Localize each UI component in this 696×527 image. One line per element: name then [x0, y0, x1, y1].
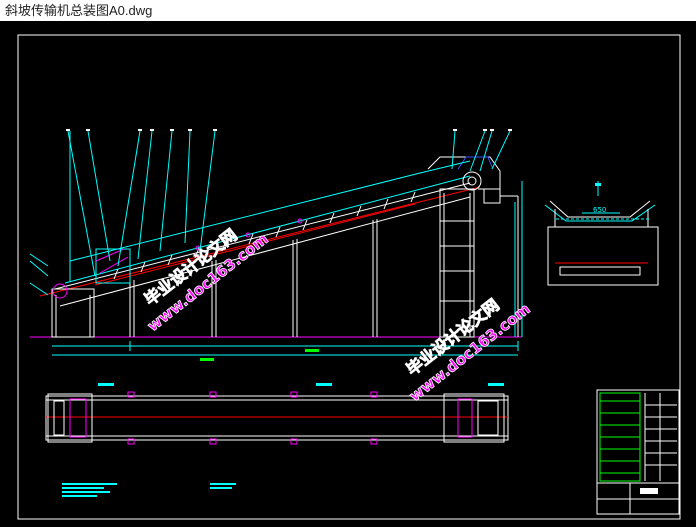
- window-titlebar: 斜坡传输机总装图A0.dwg: [0, 0, 696, 21]
- section-frame: [547, 226, 659, 286]
- section-view: [544, 181, 659, 286]
- head-pulley-hub: [467, 176, 477, 186]
- head-pulley: [462, 171, 482, 191]
- belt-lower-line: [59, 196, 471, 307]
- callout-leaders: [29, 130, 511, 296]
- belt-guard-line: [64, 175, 471, 284]
- section-width-label: 650: [593, 206, 606, 214]
- drive-unit: [483, 188, 501, 204]
- section-base: [559, 266, 641, 276]
- plan-view: [45, 383, 509, 445]
- window-title: 斜坡传输机总装图A0.dwg: [5, 3, 153, 18]
- watermark: 毕业设计论文网 www.doc163.com: [402, 295, 534, 406]
- callout-ticks: [66, 129, 512, 131]
- technical-notes: [62, 483, 236, 497]
- plan-outline: [45, 395, 509, 441]
- title-block: [596, 389, 680, 515]
- top-leader-line: [69, 160, 471, 262]
- cad-viewport[interactable]: 650 毕业设计论文网 www.doc163.com 毕业设计论文网 www.d…: [0, 21, 696, 527]
- cad-drawing[interactable]: 650 毕业设计论文网 www.doc163.com 毕业设计论文网 www.d…: [0, 21, 696, 527]
- watermark: 毕业设计论文网 www.doc163.com: [140, 225, 272, 336]
- tail-frame: [51, 288, 95, 338]
